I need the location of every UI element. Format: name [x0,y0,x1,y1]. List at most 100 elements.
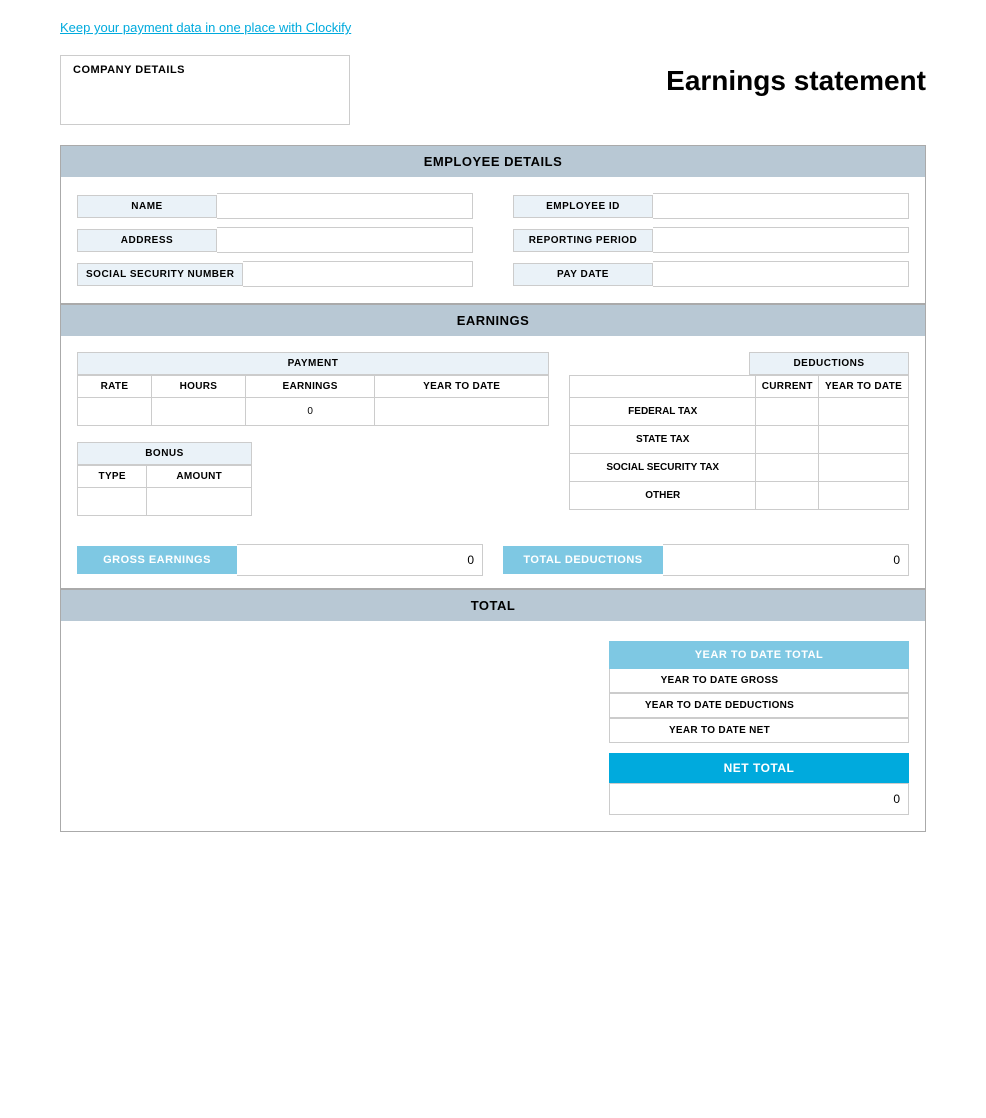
total-section-body: YEAR TO DATE TOTAL YEAR TO DATE GROSS YE… [61,621,925,831]
deductions-col-current: CURRENT [756,376,819,398]
total-deductions-item: TOTAL DEDUCTIONS 0 [503,544,909,576]
table-row: OTHER [570,482,909,510]
bonus-col-amount: AMOUNT [147,466,252,488]
table-row: SOCIAL SECURITY TAX [570,454,909,482]
ytd-gross-row: YEAR TO DATE GROSS [609,669,909,694]
field-row-ssn: SOCIAL SECURITY NUMBER [77,261,473,287]
deductions-col-ytd: YEAR TO DATE [819,376,909,398]
ssn-label: SOCIAL SECURITY NUMBER [77,263,243,286]
payment-col-rate: RATE [78,376,152,398]
payment-hours-cell[interactable] [151,398,245,426]
payment-label: PAYMENT [77,352,549,375]
total-deductions-label: TOTAL DEDUCTIONS [503,546,663,574]
gross-earnings-label: GROSS EARNINGS [77,546,237,574]
employee-section: EMPLOYEE DETAILS NAME ADDRESS SOCIAL SEC… [60,145,926,304]
social-security-label: SOCIAL SECURITY TAX [570,454,756,482]
employee-left-col: NAME ADDRESS SOCIAL SECURITY NUMBER [77,193,473,287]
federal-tax-label: FEDERAL TAX [570,398,756,426]
earnings-left: PAYMENT RATE HOURS EARNINGS YEAR TO DATE [77,352,549,516]
payment-col-earnings: EARNINGS [245,376,374,398]
deductions-col-name [570,376,756,398]
table-row [78,488,252,516]
net-total-value[interactable]: 0 [609,783,909,815]
bonus-type-cell[interactable] [78,488,147,516]
page-title: Earnings statement [666,55,926,97]
bonus-amount-cell[interactable] [147,488,252,516]
empid-label: EMPLOYEE ID [513,195,653,218]
ytd-gross-value[interactable] [829,669,909,693]
gross-earnings-value[interactable]: 0 [237,544,483,576]
reporting-period-value[interactable] [653,227,909,253]
earnings-section: EARNINGS PAYMENT RATE HOURS EARNINGS YEA… [60,304,926,589]
total-section: TOTAL YEAR TO DATE TOTAL YEAR TO DATE GR… [60,589,926,832]
reporting-period-label: REPORTING PERIOD [513,229,653,252]
state-tax-ytd[interactable] [819,426,909,454]
total-deductions-value[interactable]: 0 [663,544,909,576]
table-row: STATE TAX [570,426,909,454]
employee-grid: NAME ADDRESS SOCIAL SECURITY NUMBER [77,193,909,287]
table-row: FEDERAL TAX [570,398,909,426]
ytd-box: YEAR TO DATE TOTAL YEAR TO DATE GROSS YE… [609,641,909,815]
pay-date-value[interactable] [653,261,909,287]
employee-right-col: EMPLOYEE ID REPORTING PERIOD PAY DATE [513,193,909,287]
ytd-deductions-value[interactable] [829,694,909,718]
other-current[interactable] [756,482,819,510]
total-section-header: TOTAL [61,590,925,621]
payment-ytd-cell[interactable] [375,398,549,426]
federal-tax-current[interactable] [756,398,819,426]
bonus-label: BONUS [77,442,252,465]
bonus-table-wrap: BONUS TYPE AMOUNT [77,442,549,516]
payment-earnings-cell[interactable]: 0 [245,398,374,426]
totals-row: GROSS EARNINGS 0 TOTAL DEDUCTIONS 0 [61,532,925,588]
page-container: COMPANY DETAILS Earnings statement EMPLO… [0,55,986,872]
gross-earnings-item: GROSS EARNINGS 0 [77,544,483,576]
payment-table-wrap: PAYMENT RATE HOURS EARNINGS YEAR TO DATE [77,352,549,426]
field-row-name: NAME [77,193,473,219]
other-label: OTHER [570,482,756,510]
company-box: COMPANY DETAILS [60,55,350,125]
social-security-ytd[interactable] [819,454,909,482]
employee-section-header: EMPLOYEE DETAILS [61,146,925,177]
name-label: NAME [77,195,217,218]
address-label: ADDRESS [77,229,217,252]
field-row-reporting: REPORTING PERIOD [513,227,909,253]
ytd-total-label: YEAR TO DATE TOTAL [609,641,909,669]
ytd-net-value[interactable] [829,719,909,743]
social-security-current[interactable] [756,454,819,482]
payment-table: RATE HOURS EARNINGS YEAR TO DATE 0 [77,375,549,426]
payment-col-hours: HOURS [151,376,245,398]
bonus-table: TYPE AMOUNT [77,465,252,516]
other-ytd[interactable] [819,482,909,510]
ssn-value[interactable] [243,261,473,287]
deductions-label: DEDUCTIONS [749,352,909,375]
state-tax-label: STATE TAX [570,426,756,454]
name-value[interactable] [217,193,473,219]
net-total-label: NET TOTAL [609,753,909,783]
employee-section-body: NAME ADDRESS SOCIAL SECURITY NUMBER [61,177,925,303]
table-row: 0 [78,398,549,426]
state-tax-current[interactable] [756,426,819,454]
payment-rate-cell[interactable] [78,398,152,426]
clockify-link[interactable]: Keep your payment data in one place with… [60,20,351,35]
ytd-deductions-label: YEAR TO DATE DEDUCTIONS [609,694,829,718]
earnings-body: PAYMENT RATE HOURS EARNINGS YEAR TO DATE [61,336,925,532]
earnings-section-header: EARNINGS [61,305,925,336]
empid-value[interactable] [653,193,909,219]
earnings-right: DEDUCTIONS CURRENT YEAR TO DATE FEDERAL … [569,352,909,516]
field-row-address: ADDRESS [77,227,473,253]
address-value[interactable] [217,227,473,253]
field-row-empid: EMPLOYEE ID [513,193,909,219]
top-link-bar: Keep your payment data in one place with… [0,0,986,55]
federal-tax-ytd[interactable] [819,398,909,426]
pay-date-label: PAY DATE [513,263,653,286]
ytd-net-label: YEAR TO DATE NET [609,719,829,743]
field-row-paydate: PAY DATE [513,261,909,287]
payment-col-ytd: YEAR TO DATE [375,376,549,398]
ytd-net-row: YEAR TO DATE NET [609,719,909,743]
ytd-deductions-row: YEAR TO DATE DEDUCTIONS [609,694,909,719]
header-row: COMPANY DETAILS Earnings statement [60,55,926,125]
company-details-label: COMPANY DETAILS [73,64,185,76]
deductions-table: CURRENT YEAR TO DATE FEDERAL TAX STATE T… [569,375,909,510]
bonus-col-type: TYPE [78,466,147,488]
ytd-gross-label: YEAR TO DATE GROSS [609,669,829,693]
